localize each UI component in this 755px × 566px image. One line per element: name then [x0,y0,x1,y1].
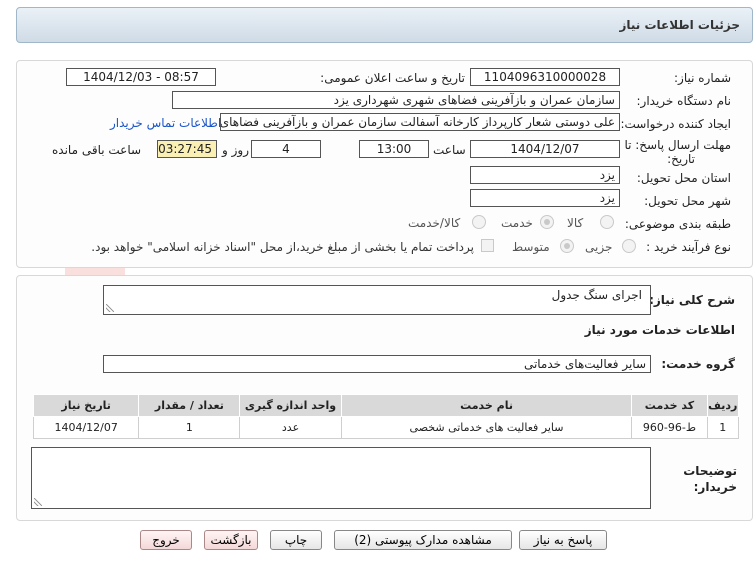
table-row: 1 ط-96-960 سایر فعالیت های خدماتی شخصی ع… [32,416,739,439]
process-radio-minor[interactable] [622,239,636,253]
print-button[interactable]: چاپ [270,530,322,550]
category-option-goods: کالا [567,216,584,230]
buyer-label: نام دستگاه خریدار: [636,94,732,108]
header-bar: جزئیات اطلاعات نیاز [16,7,753,43]
creator-field: علی دوستی شعار کارپرداز کارخانه آسفالت س… [220,113,620,131]
page-title: جزئیات اطلاعات نیاز [619,18,740,32]
services-table: ردیف کد خدمت نام خدمت واحد اندازه گیری ت… [32,394,739,439]
announce-date-label: تاریخ و ساعت اعلان عمومی: [320,71,465,85]
buyer-field: سازمان عمران و بازآفرینی فضاهای شهری شهر… [172,91,620,109]
exit-button[interactable]: خروج [140,530,192,550]
days-remaining-field: 4 [251,140,321,158]
col-header-date: تاریخ نیاز [32,394,140,417]
payment-note: پرداخت تمام یا بخشی از مبلغ خرید،از محل … [91,240,474,254]
deadline-date-field: 1404/12/07 [470,140,620,158]
notes-label-buyer: خریدار: [693,480,737,494]
col-header-qty: تعداد / مقدار [138,394,241,417]
category-radio-service[interactable] [540,215,554,229]
service-group-label: گروه خدمت: [661,357,735,371]
view-attachments-button[interactable]: مشاهده مدارک پیوستی (2) [334,530,512,550]
announce-date-field: 1404/12/03 - 08:57 [66,68,216,86]
deadline-label-date: تاریخ: [667,152,695,166]
creator-label: ایجاد کننده درخواست: [620,117,731,131]
notes-field [31,447,651,509]
respond-button[interactable]: پاسخ به نیاز [519,530,607,550]
cell-unit: عدد [239,416,342,439]
remaining-time-field: 03:27:45 [157,140,217,158]
process-option-minor: جزیی [585,240,613,254]
process-option-medium: متوسط [512,240,550,254]
category-option-goods-service: کالا/خدمت [408,216,461,230]
deadline-time-field: 13:00 [359,140,429,158]
category-label: طبقه بندی موضوعی: [624,217,731,231]
col-header-row-no: ردیف [706,394,739,417]
resize-grip-icon[interactable] [34,498,42,506]
category-option-service: خدمت [501,216,533,230]
need-number-field: 1104096310000028 [470,68,620,86]
summary-text: اجرای سنگ جدول [551,288,642,302]
process-radio-medium[interactable] [560,239,574,253]
resize-grip-icon[interactable] [106,304,114,312]
col-header-code: کد خدمت [631,394,708,417]
province-field: یزد [470,166,620,184]
category-radio-goods[interactable] [600,215,614,229]
cell-date: 1404/12/07 [32,416,140,439]
cell-qty: 1 [138,416,241,439]
cell-code: ط-96-960 [631,416,708,439]
col-header-unit: واحد اندازه گیری [239,394,342,417]
category-radio-goods-service[interactable] [472,215,486,229]
cell-row-no: 1 [706,416,739,439]
buyer-contact-link[interactable]: اطلاعات تماس خریدار [110,116,221,130]
service-group-field: سایر فعالیت‌های خدماتی [103,355,651,373]
summary-field: اجرای سنگ جدول [103,285,651,315]
back-button[interactable]: بازگشت [204,530,258,550]
treasury-checkbox[interactable] [481,239,494,252]
deadline-time-label: ساعت [433,143,466,157]
cell-name: سایر فعالیت های خدماتی شخصی [340,416,633,439]
remaining-time-label: ساعت باقی مانده [52,143,142,157]
city-field: یزد [470,189,620,207]
days-label: روز و [222,143,249,157]
col-header-name: نام خدمت [340,394,633,417]
table-header-row: ردیف کد خدمت نام خدمت واحد اندازه گیری ت… [32,394,739,417]
process-label: نوع فرآیند خرید : [646,240,731,254]
deadline-label: مهلت ارسال پاسخ: تا [624,138,731,152]
need-number-label: شماره نیاز: [674,71,731,85]
services-section-title: اطلاعات خدمات مورد نیاز [584,323,735,337]
province-label: استان محل تحویل: [636,171,731,185]
city-label: شهر محل تحویل: [644,194,731,208]
summary-label: شرح کلی نیاز: [649,293,735,307]
notes-label: توضیحات [683,464,737,478]
